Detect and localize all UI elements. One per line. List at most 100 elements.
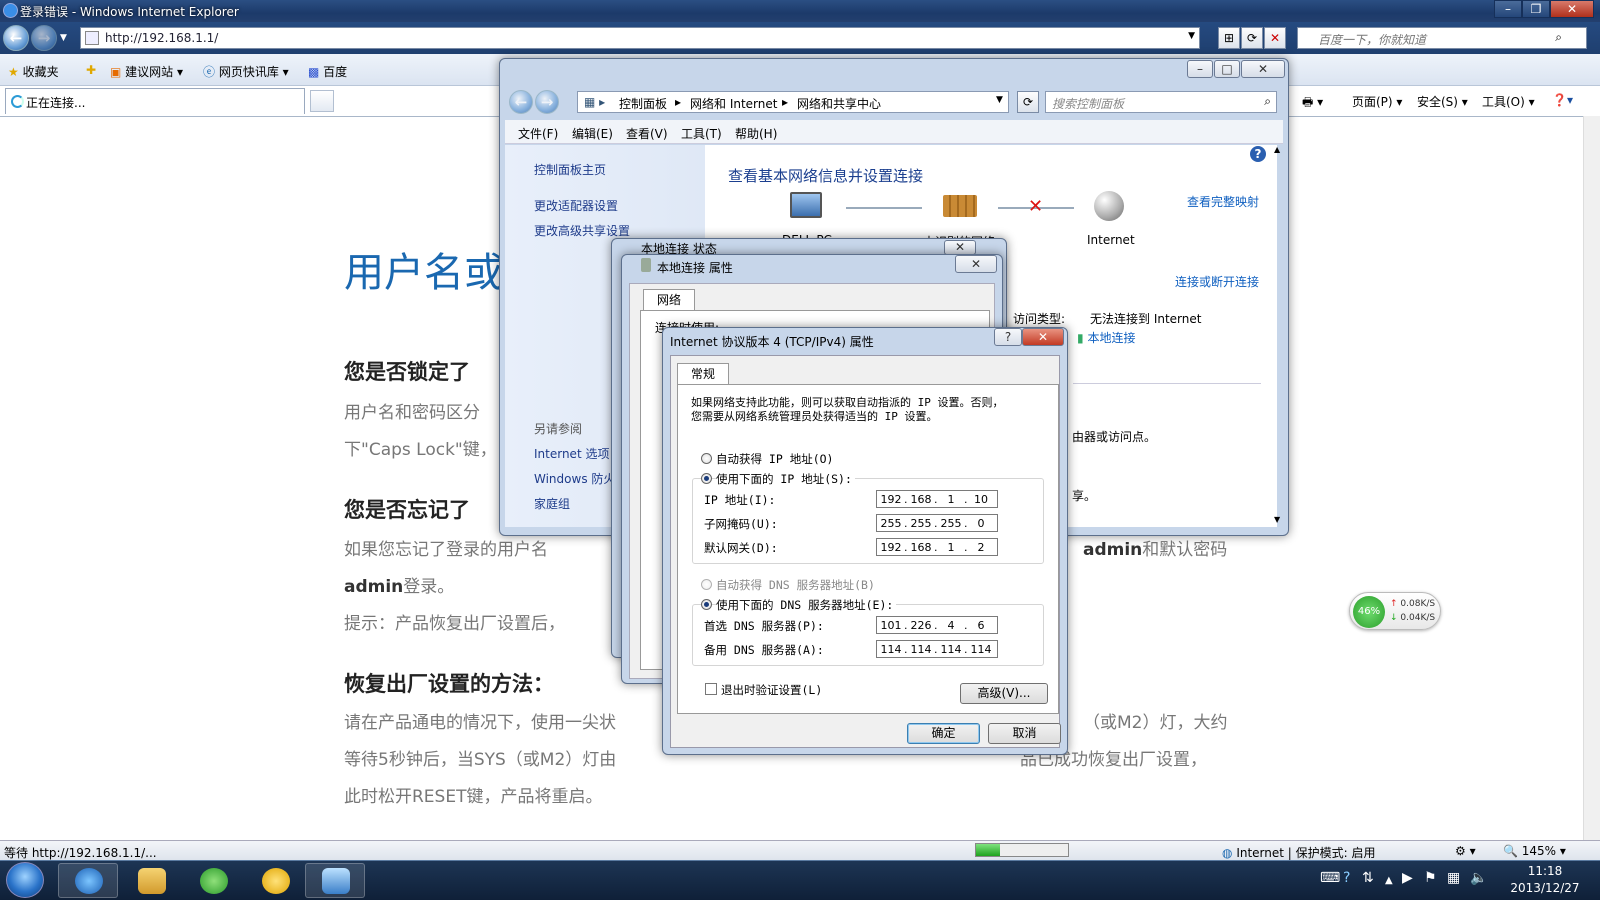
ipv4-close-button[interactable]: ✕ — [1022, 328, 1064, 346]
label-manual-ip[interactable]: 使用下面的 IP 地址(S): — [716, 471, 855, 487]
label-auto-ip[interactable]: 自动获得 IP 地址(O) — [716, 451, 833, 467]
menu-file[interactable]: 文件(F) — [518, 125, 558, 142]
compatibility-view-button[interactable]: ⊞ — [1218, 27, 1240, 49]
cp-refresh-button[interactable]: ⟳ — [1017, 91, 1039, 113]
taskbar-ie[interactable] — [58, 863, 118, 898]
back-button[interactable]: ← — [3, 25, 29, 51]
link-internet-options[interactable]: Internet 选项 — [534, 445, 609, 462]
tray-app-icon[interactable]: ▶ — [1402, 870, 1413, 886]
cancel-button[interactable]: 取消 — [988, 723, 1061, 744]
link-advanced-sharing[interactable]: 更改高级共享设置 — [534, 222, 630, 239]
disconnected-x-icon: ✕ — [1028, 196, 1044, 217]
stop-button[interactable]: ✕ — [1264, 27, 1286, 49]
label-validate-on-exit[interactable]: 退出时验证设置(L) — [721, 682, 822, 698]
start-button[interactable] — [6, 862, 44, 898]
page-heading: 用户名或 — [344, 250, 504, 296]
radio-manual-ip[interactable] — [701, 473, 712, 484]
search-box[interactable]: 百度一下，你就知道 ⌕ — [1297, 27, 1587, 49]
radio-auto-dns[interactable] — [701, 579, 712, 590]
tray-volume-icon[interactable]: 🔈 — [1470, 870, 1487, 886]
print-icon[interactable]: 🖶 ▾ — [1302, 93, 1323, 114]
tray-show-hidden-icon[interactable]: ▲ — [1385, 875, 1393, 886]
cp-scrollbar[interactable]: ▲ ▼ — [1274, 145, 1283, 527]
star-icon: ★ — [8, 65, 19, 79]
status-close-button[interactable]: ✕ — [944, 240, 976, 255]
menu-help[interactable]: 帮助(H) — [735, 125, 777, 142]
minimize-button[interactable]: – — [1494, 0, 1522, 18]
address-dropdown-icon[interactable]: ▼ — [1188, 31, 1195, 41]
crumb-control-panel[interactable]: 控制面板 — [619, 95, 667, 112]
cp-address-bar[interactable]: ▦ ▸ 控制面板 ▸ 网络和 Internet ▸ 网络和共享中心 ▼ — [577, 91, 1009, 113]
cp-help-icon[interactable]: ? — [1250, 146, 1266, 162]
ok-button[interactable]: 确定 — [907, 723, 980, 744]
history-dropdown-icon[interactable]: ▼ — [60, 33, 67, 43]
link-adapter-settings[interactable]: 更改适配器设置 — [534, 197, 618, 214]
ipv4-tab-general[interactable]: 常规 — [677, 363, 729, 385]
ipv4-help-button[interactable]: ? — [994, 328, 1022, 346]
link-view-full-map[interactable]: 查看完整映射 — [1187, 193, 1259, 210]
alternate-dns-input[interactable]: 114. 114. 114. 114 — [876, 640, 998, 658]
crumb-network-sharing[interactable]: 网络和共享中心 — [797, 95, 881, 112]
label-manual-dns[interactable]: 使用下面的 DNS 服务器地址(E): — [716, 597, 897, 613]
fav-baidu[interactable]: ▩ 百度 — [308, 63, 347, 80]
cp-search-icon[interactable]: ⌕ — [1264, 94, 1271, 109]
taskbar-clock[interactable]: 11:18 2013/12/27 — [1490, 863, 1600, 897]
tray-network-icon[interactable]: ▦ — [1447, 870, 1460, 886]
cp-maximize-button[interactable]: □ — [1214, 60, 1240, 78]
validate-on-exit-checkbox[interactable] — [705, 683, 717, 695]
cp-close-button[interactable]: ✕ — [1241, 60, 1285, 78]
cp-forward-button[interactable]: → — [535, 90, 559, 114]
security-zone[interactable]: ◍ Internet | 保护模式: 启用 — [1222, 844, 1376, 861]
tray-keyboard-icon[interactable]: ⌨ — [1320, 870, 1340, 886]
cp-minimize-button[interactable]: – — [1187, 60, 1213, 78]
menu-view[interactable]: 查看(V) — [626, 125, 668, 142]
menu-edit[interactable]: 编辑(E) — [572, 125, 613, 142]
props-close-button[interactable]: ✕ — [955, 255, 997, 273]
taskbar-pps[interactable] — [245, 863, 305, 898]
props-tab-network[interactable]: 网络 — [643, 289, 695, 311]
refresh-button[interactable]: ⟳ — [1241, 27, 1263, 49]
link-local-connection[interactable]: ▮ 本地连接 — [1077, 329, 1135, 346]
fav-web-slice-gallery[interactable]: ⓔ 网页快讯库 ▾ — [203, 63, 289, 80]
crumb-network-internet[interactable]: 网络和 Internet — [690, 95, 777, 112]
cp-back-button[interactable]: ← — [509, 90, 533, 114]
tray-action-center-icon[interactable]: ⚑ — [1424, 870, 1437, 886]
safety-menu[interactable]: 安全(S) ▾ — [1417, 93, 1468, 110]
tools-menu[interactable]: 工具(O) ▾ — [1482, 93, 1535, 110]
close-button[interactable]: ✕ — [1550, 0, 1594, 18]
advanced-button[interactable]: 高级(V)... — [960, 683, 1048, 704]
page-menu[interactable]: 页面(P) ▾ — [1352, 93, 1402, 110]
address-bar[interactable]: http://192.168.1.1/ ▼ — [80, 27, 1200, 49]
new-tab-button[interactable] — [310, 90, 334, 112]
fav-suggested-sites[interactable]: ▣ 建议网站 ▾ — [110, 63, 183, 80]
link-homegroup[interactable]: 家庭组 — [534, 495, 570, 512]
link-cp-home[interactable]: 控制面板主页 — [534, 161, 606, 178]
link-connect-disconnect[interactable]: 连接或断开连接 — [1175, 273, 1259, 290]
label-auto-dns[interactable]: 自动获得 DNS 服务器地址(B) — [716, 577, 875, 593]
favorites-button[interactable]: ★ 收藏夹 — [8, 63, 59, 80]
cp-address-dropdown-icon[interactable]: ▼ — [996, 95, 1003, 105]
add-favorite-icon[interactable]: ✚ — [86, 63, 96, 77]
taskbar-360[interactable] — [183, 863, 243, 898]
cp-search-box[interactable]: 搜索控制面板 ⌕ — [1045, 91, 1277, 113]
browser-tab[interactable]: 正在连接... — [5, 88, 305, 114]
forward-button[interactable]: → — [31, 25, 57, 51]
ip-address-input[interactable]: 192. 168. 1. 10 — [876, 490, 998, 508]
help-icon[interactable]: ❓▾ — [1552, 93, 1573, 107]
zoom-level[interactable]: 🔍 145% ▾ — [1503, 844, 1566, 858]
page-scrollbar[interactable] — [1583, 116, 1600, 840]
search-icon[interactable]: ⌕ — [1555, 30, 1562, 45]
radio-manual-dns[interactable] — [701, 599, 712, 610]
taskbar-control-panel[interactable] — [305, 863, 365, 898]
popup-blocker-icon[interactable]: ⚙ ▾ — [1455, 844, 1476, 858]
default-gateway-input[interactable]: 192. 168. 1. 2 — [876, 538, 998, 556]
preferred-dns-input[interactable]: 101. 226. 4. 6 — [876, 616, 998, 634]
tray-help-icon[interactable]: ? — [1343, 870, 1350, 886]
network-speed-widget[interactable]: 46% ↑ 0.08K/S ↓ 0.04K/S — [1349, 592, 1441, 630]
radio-auto-ip[interactable] — [701, 453, 712, 464]
taskbar-explorer[interactable] — [121, 863, 181, 898]
tray-arrow-icon[interactable]: ⇅ — [1362, 870, 1374, 886]
menu-tools[interactable]: 工具(T) — [681, 125, 722, 142]
subnet-mask-input[interactable]: 255. 255. 255. 0 — [876, 514, 998, 532]
restore-button[interactable]: ❐ — [1522, 0, 1550, 18]
